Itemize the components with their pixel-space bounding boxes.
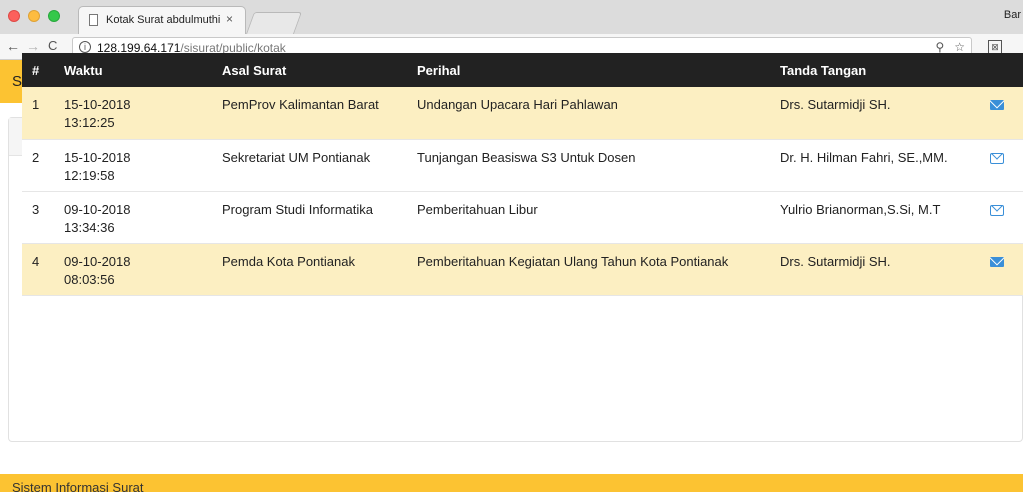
row-tanda-tangan: Drs. Sutarmidji SH.: [780, 253, 891, 269]
row-number: 3: [32, 201, 40, 217]
row-action: [970, 87, 1023, 139]
table-row[interactable]: 4 09-10-2018 08:03:56 Pemda Kota Pontiana…: [22, 243, 1023, 295]
row-tanda-tangan: Dr. H. Hilman Fahri, SE.,MM.: [780, 149, 948, 165]
maximize-window-button[interactable]: [48, 10, 60, 22]
minimize-window-button[interactable]: [28, 10, 40, 22]
row-perihal: Tunjangan Beasiswa S3 Untuk Dosen: [417, 149, 636, 165]
bookmark-star-icon[interactable]: ☆: [954, 40, 965, 54]
header-tanda-tangan: Tanda Tangan: [780, 62, 867, 78]
back-arrow-icon[interactable]: ←: [6, 38, 20, 54]
row-time: 13:34:36: [64, 219, 115, 235]
row-asal-surat: PemProv Kalimantan Barat: [222, 97, 379, 112]
browser-tab[interactable]: Kotak Surat abdulmuthi ×: [78, 6, 246, 34]
row-waktu: 09-10-2018 13:34:36: [54, 191, 212, 243]
footer: Sistem Informasi Surat: [0, 474, 1023, 492]
row-action: [970, 191, 1023, 243]
row-waktu: 09-10-2018 08:03:56: [54, 243, 212, 295]
header-asal-surat: Asal Surat: [222, 62, 287, 78]
row-perihal: Undangan Upacara Hari Pahlawan: [417, 97, 618, 112]
omnibox-actions: ⚲ ☆: [925, 40, 965, 54]
row-waktu: 15-10-2018 13:12:25: [54, 87, 212, 139]
envelope-closed-icon[interactable]: [990, 100, 1004, 110]
table-row[interactable]: 1 15-10-2018 13:12:25 PemProv Kalimantan …: [22, 87, 1023, 139]
row-number: 2: [32, 149, 40, 165]
close-window-button[interactable]: [8, 10, 20, 22]
row-asal-surat: Pemda Kota Pontianak: [222, 253, 355, 269]
row-time: 08:03:56: [64, 271, 115, 287]
row-waktu: 15-10-2018 12:19:58: [54, 139, 212, 191]
row-time: 12:19:58: [64, 167, 115, 183]
header-actions: [970, 53, 1023, 87]
table-row[interactable]: 2 15-10-2018 12:19:58 Sekretariat UM Pont…: [22, 139, 1023, 191]
profile-label[interactable]: Bar: [1004, 9, 1021, 21]
row-action: [970, 243, 1023, 295]
footer-text: Sistem Informasi Surat: [12, 480, 144, 492]
reload-icon[interactable]: C: [48, 38, 57, 53]
row-tanda-tangan: Yulrio Brianorman,S.Si, M.T: [780, 201, 941, 217]
row-perihal: Pemberitahuan Kegiatan Ulang Tahun Kota …: [417, 253, 729, 269]
inbox-table: # Waktu Asal Surat Perihal Tanda Tangan …: [22, 53, 1023, 296]
envelope-open-icon[interactable]: [990, 204, 1004, 216]
row-action: [970, 139, 1023, 191]
row-number: 1: [32, 97, 40, 112]
table-row[interactable]: 3 09-10-2018 13:34:36 Program Studi Infor…: [22, 191, 1023, 243]
row-date: 09-10-2018: [64, 201, 131, 217]
page-icon: [89, 14, 98, 26]
row-perihal: Pemberitahuan Libur: [417, 201, 538, 217]
row-time: 13:12:25: [64, 115, 115, 130]
tab-close-icon[interactable]: ×: [226, 12, 233, 26]
row-asal-surat: Program Studi Informatika: [222, 201, 374, 217]
envelope-closed-icon[interactable]: [990, 256, 1004, 267]
header-perihal: Perihal: [417, 62, 461, 78]
tab-title: Kotak Surat abdulmuthi: [106, 14, 221, 26]
envelope-open-icon[interactable]: [990, 152, 1004, 164]
row-number: 4: [32, 253, 40, 269]
row-tanda-tangan: Drs. Sutarmidji SH.: [780, 97, 891, 112]
info-icon[interactable]: i: [79, 41, 91, 53]
header-waktu: Waktu: [64, 62, 103, 78]
row-date: 15-10-2018: [64, 149, 131, 165]
table-header-row: # Waktu Asal Surat Perihal Tanda Tangan: [22, 53, 1023, 87]
row-asal-surat: Sekretariat UM Pontianak: [222, 149, 371, 165]
extension-icon[interactable]: ⊠: [988, 40, 1002, 54]
browser-tab-bar: Kotak Surat abdulmuthi × Bar: [0, 0, 1023, 34]
row-date: 09-10-2018: [64, 253, 131, 269]
forward-arrow-icon[interactable]: →: [26, 38, 40, 54]
key-icon[interactable]: ⚲: [935, 40, 944, 54]
row-date: 15-10-2018: [64, 97, 131, 112]
header-number: #: [32, 62, 40, 78]
new-tab-button[interactable]: [245, 12, 303, 34]
